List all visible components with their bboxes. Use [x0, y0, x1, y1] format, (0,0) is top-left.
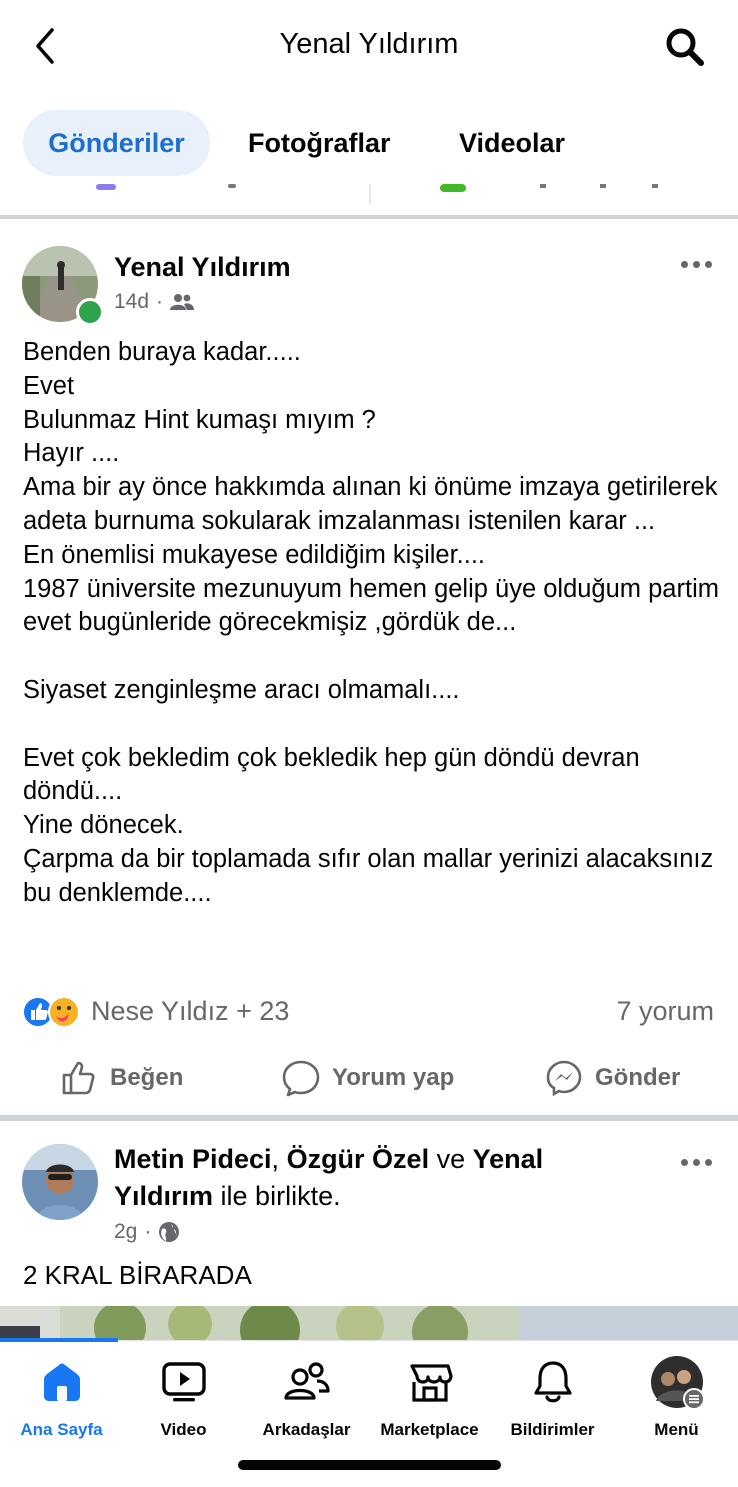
send-button[interactable]: Gönder — [545, 1056, 680, 1100]
meta-separator: · — [144, 1220, 152, 1243]
send-label: Gönder — [595, 1064, 681, 1091]
post2-meta: 2g · — [114, 1220, 180, 1244]
tagged-name[interactable]: Yenal — [473, 1144, 544, 1174]
nav-video[interactable]: Video — [122, 1356, 245, 1440]
nav-menu[interactable]: Menü — [615, 1356, 738, 1440]
separator: , — [271, 1144, 280, 1174]
meta-separator: · — [156, 290, 164, 313]
tab-gonderiler[interactable]: Gönderiler — [23, 110, 210, 176]
with-text: ile birlikte. — [220, 1181, 341, 1211]
tagged-name[interactable]: Özgür Özel — [287, 1144, 430, 1174]
nav-marketplace[interactable]: Marketplace — [368, 1356, 491, 1440]
post2-author-avatar[interactable] — [22, 1144, 98, 1220]
friends-icon — [283, 1362, 330, 1400]
nav-notifications-label: Bildirimler — [510, 1420, 595, 1439]
menu-avatar-icon — [650, 1356, 704, 1409]
nav-notifications[interactable]: Bildirimler — [491, 1356, 614, 1440]
post2-header-text: Metin Pideci, Özgür Özel ve Yenal Yıldır… — [114, 1141, 634, 1215]
nav-menu-label: Menü — [654, 1420, 699, 1439]
post-author[interactable]: Yenal Yıldırım — [114, 252, 291, 283]
nav-home[interactable]: Ana Sayfa — [0, 1356, 123, 1440]
home-icon — [43, 1363, 80, 1401]
tagged-name[interactable]: Metin Pideci — [114, 1144, 272, 1174]
section-divider — [0, 215, 738, 219]
reactions-summary[interactable]: Nese Yıldız + 23 — [91, 996, 289, 1027]
more-dots-icon — [681, 261, 688, 268]
nav-home-label: Ana Sayfa — [20, 1420, 103, 1439]
nav-video-label: Video — [160, 1420, 207, 1439]
page-title: Yenal Yıldırım — [279, 28, 459, 60]
tab-videolar[interactable]: Videolar — [459, 110, 565, 176]
bell-icon — [533, 1361, 572, 1403]
search-icon — [666, 28, 704, 66]
post-time[interactable]: 14d — [114, 290, 149, 314]
like-button[interactable]: Beğen — [60, 1056, 183, 1100]
care-icon — [48, 996, 80, 1028]
post2-time[interactable]: 2g — [114, 1220, 137, 1244]
and-text: ve — [436, 1144, 466, 1174]
comment-icon — [282, 1060, 320, 1097]
more-dots-icon — [681, 1159, 688, 1166]
scrolled-row-remnant — [96, 184, 658, 204]
tab-fotograflar[interactable]: Fotoğraflar — [248, 110, 391, 176]
friends-icon — [170, 294, 195, 310]
messenger-icon — [546, 1060, 582, 1097]
tagged-name[interactable]: Yıldırım — [114, 1181, 213, 1211]
post-divider — [0, 1115, 738, 1121]
active-tab-indicator — [0, 1338, 118, 1342]
video-icon — [161, 1362, 206, 1402]
nav-friends-label: Arkadaşlar — [262, 1420, 351, 1439]
nav-marketplace-label: Marketplace — [380, 1420, 479, 1439]
store-icon — [409, 1364, 453, 1402]
post2-text: 2 KRAL BİRARADA — [23, 1260, 252, 1290]
search-button[interactable] — [664, 26, 706, 68]
nav-friends[interactable]: Arkadaşlar — [245, 1356, 368, 1440]
online-status-dot — [76, 298, 104, 326]
post-body: Benden buraya kadar..... Evet Bulunmaz H… — [23, 338, 719, 907]
comment-button[interactable]: Yorum yap — [282, 1056, 454, 1100]
home-indicator — [238, 1460, 501, 1470]
like-label: Beğen — [110, 1064, 184, 1091]
post2-options-button[interactable] — [681, 1159, 715, 1169]
comment-label: Yorum yap — [332, 1064, 455, 1091]
post-meta: 14d · — [114, 290, 195, 314]
thumbs-up-icon — [62, 1061, 95, 1095]
comment-count[interactable]: 7 yorum — [616, 996, 714, 1027]
reactions-icons[interactable] — [22, 996, 86, 1028]
avatar-photo — [22, 1144, 98, 1220]
post-options-button[interactable] — [681, 261, 715, 271]
globe-icon — [159, 1222, 180, 1242]
